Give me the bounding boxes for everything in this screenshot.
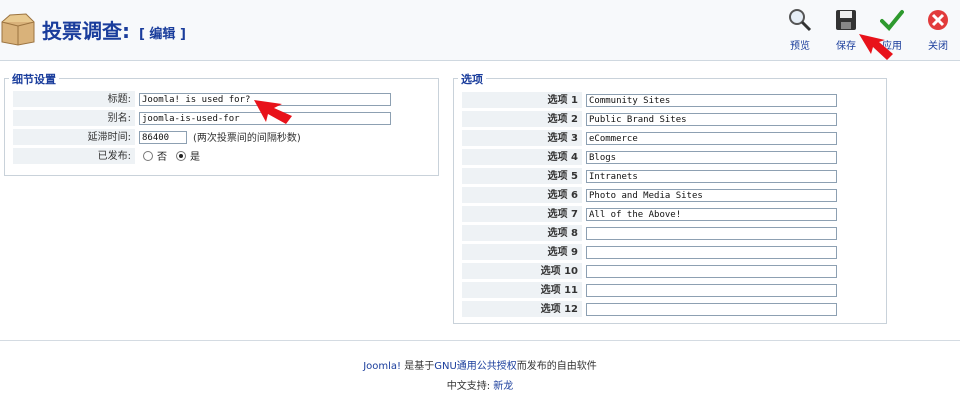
options-fieldset: 选项 选项 1 Community Sites 选项 2 Public Bran… [453, 71, 887, 324]
alias-label: 别名: [13, 110, 135, 127]
option-input[interactable]: eCommerce [586, 132, 837, 145]
options-legend: 选项 [458, 71, 486, 87]
lag-input[interactable]: 86400 [139, 131, 187, 144]
option-label: 选项 2 [462, 111, 582, 128]
option-input[interactable]: All of the Above! [586, 208, 837, 221]
option-label: 选项 10 [462, 263, 582, 280]
option-row: 选项 6 Photo and Media Sites [462, 187, 882, 204]
page-title: 投票调查: [ 编辑 ] [42, 15, 186, 44]
published-no-radio[interactable] [143, 151, 153, 161]
preview-button[interactable]: 预览 [782, 6, 818, 56]
published-label: 已发布: [13, 148, 135, 165]
option-row: 选项 5 Intranets [462, 168, 882, 185]
option-input[interactable]: Photo and Media Sites [586, 189, 837, 202]
option-input[interactable]: Public Brand Sites [586, 113, 837, 126]
close-button[interactable]: 关闭 [920, 6, 956, 56]
option-input[interactable]: Community Sites [586, 94, 837, 107]
option-row: 选项 3 eCommerce [462, 130, 882, 147]
published-yes-label: 是 [190, 152, 200, 163]
option-row: 选项 12 [462, 301, 882, 318]
option-row: 选项 4 Blogs [462, 149, 882, 166]
annotation-arrow-icon [254, 100, 292, 124]
option-label: 选项 8 [462, 225, 582, 242]
option-label: 选项 12 [462, 301, 582, 318]
magnifier-icon [789, 9, 812, 32]
lag-row: 延滞时间: 86400 (两次投票间的间隔秒数) [13, 129, 433, 146]
option-input[interactable] [586, 284, 837, 297]
option-row: 选项 11 [462, 282, 882, 299]
option-label: 选项 5 [462, 168, 582, 185]
option-label: 选项 9 [462, 244, 582, 261]
floppy-disk-icon [836, 10, 856, 30]
option-row: 选项 8 [462, 225, 882, 242]
support-link[interactable]: 新龙 [493, 381, 513, 392]
option-input[interactable]: Blogs [586, 151, 837, 164]
footer-license: Joomla! 是基于GNU通用公共授权而发布的自由软件 [0, 357, 960, 372]
published-yes-radio[interactable] [176, 151, 186, 161]
title-row: 标题: Joomla! is used for? [13, 91, 433, 108]
close-label: 关闭 [928, 41, 948, 52]
footer-support: 中文支持: 新龙 [0, 377, 960, 392]
alias-row: 别名: joomla-is-used-for [13, 110, 433, 127]
option-row: 选项 7 All of the Above! [462, 206, 882, 223]
footer-text-mid: 是基于 [401, 361, 435, 372]
option-input[interactable]: Intranets [586, 170, 837, 183]
option-row: 选项 2 Public Brand Sites [462, 111, 882, 128]
lag-label: 延滞时间: [13, 129, 135, 146]
details-legend: 细节设置 [9, 71, 59, 87]
support-label: 中文支持: [446, 381, 494, 392]
checkmark-icon [880, 10, 904, 31]
option-label: 选项 4 [462, 149, 582, 166]
option-input[interactable] [586, 246, 837, 259]
footer-text-end: 而发布的自由软件 [516, 361, 597, 372]
poll-box-icon [1, 13, 35, 46]
close-icon [928, 10, 948, 30]
option-row: 选项 10 [462, 263, 882, 280]
option-row: 选项 1 Community Sites [462, 92, 882, 109]
option-label: 选项 11 [462, 282, 582, 299]
footer-divider [0, 340, 960, 341]
gpl-link[interactable]: GNU通用公共授权 [434, 361, 517, 372]
lag-hint: (两次投票间的间隔秒数) [193, 133, 301, 144]
published-no-label: 否 [157, 152, 167, 163]
page-subtitle: [ 编辑 ] [138, 27, 186, 42]
option-input[interactable] [586, 265, 837, 278]
title-label: 标题: [13, 91, 135, 108]
published-row: 已发布: 否 是 [13, 148, 433, 165]
option-input[interactable] [586, 303, 837, 316]
preview-label: 预览 [790, 41, 810, 52]
option-label: 选项 1 [462, 92, 582, 109]
option-input[interactable] [586, 227, 837, 240]
option-row: 选项 9 [462, 244, 882, 261]
option-label: 选项 7 [462, 206, 582, 223]
page-header: 投票调查: [ 编辑 ] 预览 保存 应用 关闭 [0, 0, 960, 61]
details-fieldset: 细节设置 标题: Joomla! is used for? 别名: joomla… [4, 71, 439, 176]
joomla-link[interactable]: Joomla! [363, 361, 401, 372]
annotation-arrow-icon [859, 34, 893, 60]
option-label: 选项 3 [462, 130, 582, 147]
page-title-text: 投票调查: [42, 19, 130, 43]
option-label: 选项 6 [462, 187, 582, 204]
